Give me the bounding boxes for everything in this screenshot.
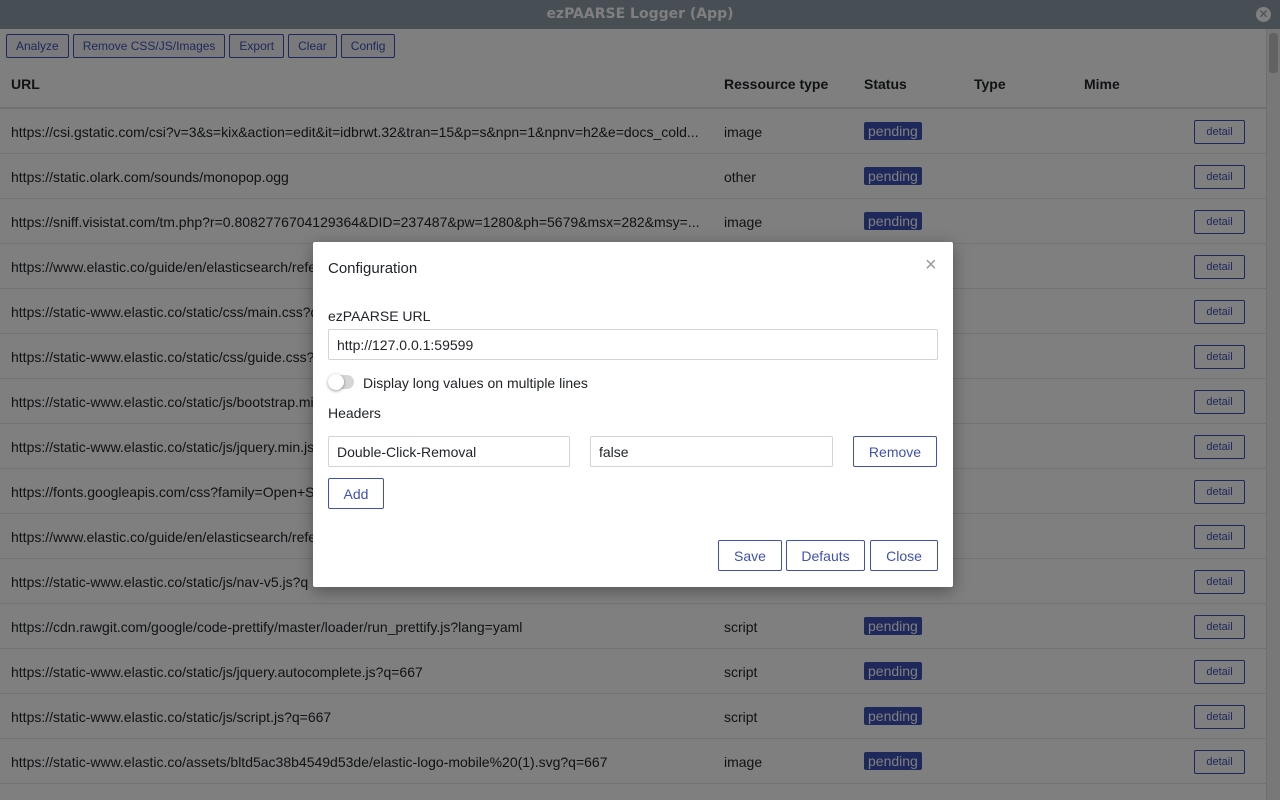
multiline-toggle-label: Display long values on multiple lines: [363, 375, 588, 391]
add-header-button[interactable]: Add: [328, 478, 384, 509]
defaults-button[interactable]: Defauts: [786, 540, 865, 571]
multiline-toggle[interactable]: [328, 374, 354, 390]
toggle-knob: [328, 374, 344, 390]
header-name-input[interactable]: [328, 436, 570, 467]
dialog-close-icon[interactable]: ×: [925, 255, 937, 275]
remove-header-button[interactable]: Remove: [853, 436, 937, 467]
ezpaarse-url-input[interactable]: [328, 329, 938, 360]
configuration-dialog: Configuration × ezPAARSE URL Display lon…: [313, 242, 953, 587]
close-button[interactable]: Close: [870, 540, 938, 571]
dialog-title: Configuration: [328, 260, 418, 277]
save-button[interactable]: Save: [718, 540, 782, 571]
header-value-input[interactable]: [590, 436, 833, 467]
headers-label: Headers: [328, 405, 381, 421]
ezpaarse-url-label: ezPAARSE URL: [328, 308, 431, 324]
